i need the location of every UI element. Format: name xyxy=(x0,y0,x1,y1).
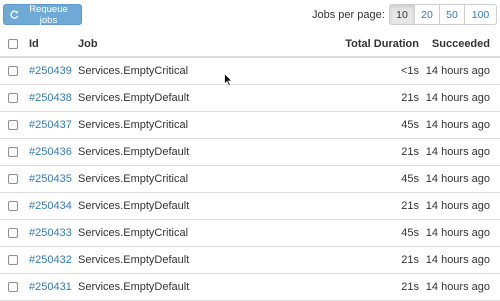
job-name: Services.EmptyDefault xyxy=(78,92,190,104)
per-page-option-10[interactable]: 10 xyxy=(389,4,415,25)
row-checkbox[interactable] xyxy=(8,255,18,265)
job-id-link[interactable]: #250438 xyxy=(29,92,72,104)
job-succeeded-time: 14 hours ago xyxy=(425,65,490,77)
job-duration: 45s xyxy=(401,119,419,131)
row-checkbox[interactable] xyxy=(8,282,18,292)
per-page-option-100[interactable]: 100 xyxy=(464,4,497,25)
per-page-option-20[interactable]: 20 xyxy=(414,4,440,25)
job-name: Services.EmptyDefault xyxy=(78,254,190,266)
job-id-link[interactable]: #250436 xyxy=(29,146,72,158)
column-header-succeeded: Succeeded xyxy=(431,38,490,50)
job-duration: 21s xyxy=(401,200,419,212)
select-all-checkbox[interactable] xyxy=(8,39,18,49)
job-succeeded-time: 14 hours ago xyxy=(425,173,490,185)
jobs-table-body: #250439 Services.EmptyCritical <1s 14 ho… xyxy=(0,58,500,301)
table-row: #250435 Services.EmptyCritical 45s 14 ho… xyxy=(0,166,500,193)
job-duration: 21s xyxy=(401,281,419,293)
column-header-total-duration: Total Duration xyxy=(345,38,419,50)
job-succeeded-time: 14 hours ago xyxy=(425,92,490,104)
job-succeeded-time: 14 hours ago xyxy=(425,119,490,131)
job-name: Services.EmptyDefault xyxy=(78,281,190,293)
job-name: Services.EmptyCritical xyxy=(78,227,189,239)
job-id-link[interactable]: #250439 xyxy=(29,65,72,77)
job-name: Services.EmptyCritical xyxy=(78,65,189,77)
row-checkbox[interactable] xyxy=(8,201,18,211)
column-header-id: Id xyxy=(29,38,39,50)
row-checkbox[interactable] xyxy=(8,228,18,238)
row-checkbox[interactable] xyxy=(8,120,18,130)
row-checkbox[interactable] xyxy=(8,147,18,157)
jobs-per-page-label: Jobs per page: xyxy=(312,9,385,21)
table-row: #250437 Services.EmptyCritical 45s 14 ho… xyxy=(0,112,500,139)
job-id-link[interactable]: #250434 xyxy=(29,200,72,212)
mouse-pointer-icon xyxy=(224,72,233,92)
requeue-jobs-label: Requeue jobs xyxy=(29,3,68,26)
table-row: #250434 Services.EmptyDefault 21s 14 hou… xyxy=(0,193,500,220)
requeue-jobs-button[interactable]: Requeue jobs xyxy=(3,3,82,26)
job-duration: 45s xyxy=(401,173,419,185)
job-id-link[interactable]: #250437 xyxy=(29,119,72,131)
job-succeeded-time: 14 hours ago xyxy=(425,200,490,212)
table-header: Id Job Total Duration Succeeded xyxy=(0,32,500,58)
table-row: #250432 Services.EmptyDefault 21s 14 hou… xyxy=(0,247,500,274)
job-id-link[interactable]: #250435 xyxy=(29,173,72,185)
job-id-link[interactable]: #250432 xyxy=(29,254,72,266)
job-succeeded-time: 14 hours ago xyxy=(425,254,490,266)
job-duration: 21s xyxy=(401,254,419,266)
job-duration: 45s xyxy=(401,227,419,239)
column-header-job: Job xyxy=(78,38,98,50)
job-succeeded-time: 14 hours ago xyxy=(425,281,490,293)
table-row: #250438 Services.EmptyDefault 21s 14 hou… xyxy=(0,85,500,112)
table-row: #250439 Services.EmptyCritical <1s 14 ho… xyxy=(0,58,500,85)
table-row: #250431 Services.EmptyDefault 21s 14 hou… xyxy=(0,274,500,301)
table-row: #250433 Services.EmptyCritical 45s 14 ho… xyxy=(0,220,500,247)
table-row: #250436 Services.EmptyDefault 21s 14 hou… xyxy=(0,139,500,166)
job-succeeded-time: 14 hours ago xyxy=(425,146,490,158)
job-id-link[interactable]: #250431 xyxy=(29,281,72,293)
per-page-selector: 10 20 50 100 xyxy=(389,4,497,25)
job-name: Services.EmptyCritical xyxy=(78,119,189,131)
job-name: Services.EmptyDefault xyxy=(78,200,190,212)
refresh-icon xyxy=(10,10,19,19)
job-succeeded-time: 14 hours ago xyxy=(425,227,490,239)
job-duration: <1s xyxy=(400,65,419,77)
job-name: Services.EmptyCritical xyxy=(78,173,189,185)
per-page-option-50[interactable]: 50 xyxy=(439,4,465,25)
job-id-link[interactable]: #250433 xyxy=(29,227,72,239)
row-checkbox[interactable] xyxy=(8,93,18,103)
job-duration: 21s xyxy=(401,92,419,104)
job-name: Services.EmptyDefault xyxy=(78,146,190,158)
job-duration: 21s xyxy=(401,146,419,158)
row-checkbox[interactable] xyxy=(8,174,18,184)
row-checkbox[interactable] xyxy=(8,66,18,76)
